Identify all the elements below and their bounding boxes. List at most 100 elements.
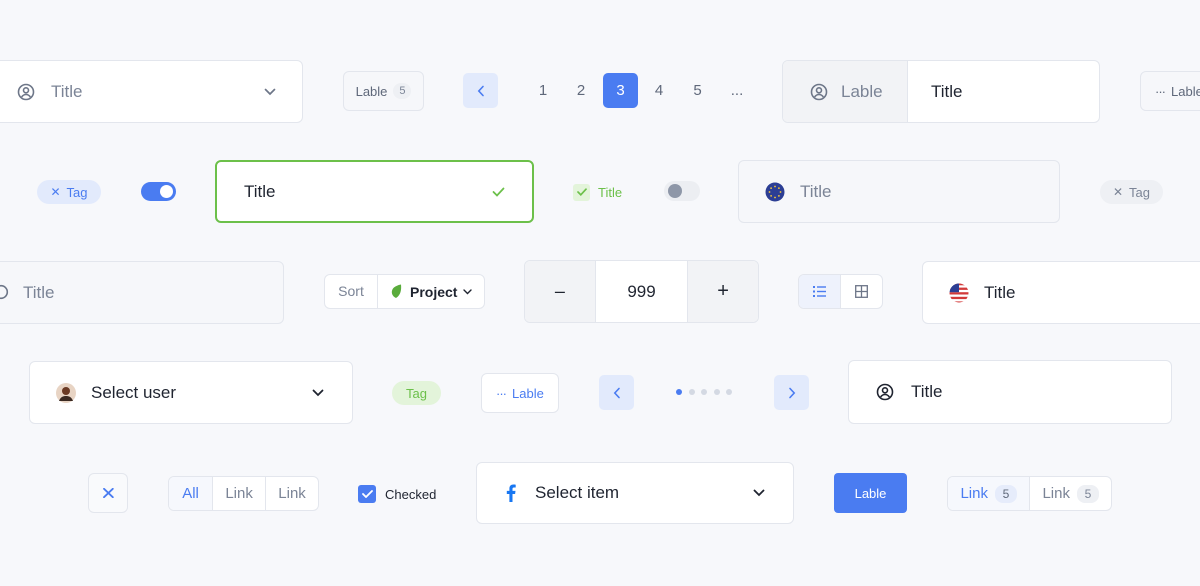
search-input-value: Title [23,282,55,302]
tab-link[interactable]: Link [266,477,318,510]
user-circle-icon [810,83,828,101]
tab-all[interactable]: All [169,477,214,510]
x-logo-icon [102,488,114,498]
toggle-on[interactable] [141,182,176,201]
tag-label: Tag [66,184,88,200]
grid-view-button[interactable] [841,275,882,308]
sort-select[interactable]: Sort Project [324,274,485,309]
count-badge: 5 [1077,484,1099,503]
carousel-dot[interactable] [701,389,707,395]
check-icon [492,187,505,197]
chevron-down-icon [264,88,276,96]
user-circle-icon [17,83,35,101]
number-stepper: – 999 + [524,260,759,323]
checked-label: Checked [385,486,437,502]
stepper-value[interactable]: 999 [594,261,689,322]
checked-checkbox[interactable]: Checked [358,485,436,503]
tag-gray[interactable]: ✕ Tag [1100,180,1163,204]
more-lable-blue-button[interactable]: ··· Lable [481,373,559,413]
green-checkbox[interactable]: Title [573,183,622,201]
eu-flag-input[interactable]: Title [738,160,1060,223]
split-left-addon: Lable [783,61,908,122]
leaf-icon [390,284,402,299]
facebook-icon [506,484,516,502]
page-5[interactable]: 5 [680,73,715,108]
carousel-dot[interactable] [713,389,720,395]
eu-input-value: Title [800,181,832,201]
close-icon[interactable]: ✕ [50,185,60,199]
tab-link[interactable]: Link [213,477,267,510]
view-toggle [798,274,883,309]
pagination: 1 2 3 4 5 ... [525,73,759,108]
user-circle-icon [876,383,894,401]
toggle-off[interactable] [664,181,700,201]
avatar [56,382,76,403]
us-input-value: Title [984,282,1016,302]
title-card-label: Title [911,382,943,401]
select-item[interactable]: Select item [476,462,794,524]
success-input[interactable]: Title [215,160,534,223]
page-ellipsis: ... [730,82,744,99]
more-horizontal-icon: ··· [496,385,507,401]
tag-blue[interactable]: ✕ Tag [37,180,101,204]
sort-value: Project [410,283,458,300]
check-icon [358,485,376,503]
carousel-prev-button[interactable] [599,375,634,410]
link-badge-tabs: Link 5 Link 5 [947,476,1112,511]
search-input[interactable]: Title [0,261,284,324]
select-user[interactable]: Select user [29,361,353,424]
more-lable-label: Lable [1171,83,1200,99]
carousel-next-button[interactable] [774,375,809,410]
carousel-dot[interactable] [726,389,732,395]
us-flag-icon [949,283,969,303]
us-flag-input[interactable]: Title [922,261,1200,324]
chevron-down-icon [312,389,324,397]
list-view-button[interactable] [799,275,841,308]
primary-lable-button[interactable]: Lable [834,473,907,513]
decrement-button[interactable]: – [525,261,595,322]
carousel-dot-active[interactable] [676,389,682,395]
select-item-label: Select item [535,483,620,502]
chevron-down-icon [753,489,765,497]
split-input[interactable]: Lable Title [782,60,1100,123]
pagination-prev-button[interactable] [463,73,498,108]
page-3-active[interactable]: 3 [603,73,638,108]
chevron-down-icon [463,288,473,295]
split-right-value: Title [931,81,963,101]
lable-label: Lable [355,83,388,99]
x-social-button[interactable] [88,473,128,513]
title-select[interactable]: Title [0,60,303,123]
split-left-label: Lable [841,81,883,101]
page-4[interactable]: 4 [638,73,680,108]
success-input-value: Title [244,181,276,201]
count-badge: 5 [995,484,1017,503]
page-2[interactable]: 2 [561,73,601,108]
tab-link[interactable]: Link 5 [1030,477,1111,510]
lable-badge-button[interactable]: Lable 5 [343,71,424,111]
more-lable-button[interactable]: ··· Lable [1140,71,1200,111]
tag-green[interactable]: Tag [392,381,441,405]
more-horizontal-icon: ··· [1155,83,1166,99]
tag-label: Tag [1129,184,1151,200]
carousel-dots [676,389,732,395]
page-1[interactable]: 1 [525,73,561,108]
tag-label: Tag [406,385,427,401]
check-icon [573,183,590,201]
link-tabs: All Link Link [168,476,319,511]
chevron-left-icon [477,85,485,97]
chevron-right-icon [788,387,796,399]
carousel-dot[interactable] [688,389,695,395]
count-badge: 5 [393,83,412,99]
checkbox-label: Title [598,184,623,200]
increment-button[interactable]: + [688,261,758,322]
select-title: Title [51,81,83,101]
title-card[interactable]: Title [848,360,1172,424]
tab-link-active[interactable]: Link 5 [948,477,1031,510]
toggle-knob [160,185,173,198]
tab-link-label: Link [960,485,988,502]
more-lable-label: Lable [512,385,544,401]
eu-flag-icon [765,182,785,202]
tab-link-label: Link [1042,485,1070,502]
close-icon[interactable]: ✕ [1113,185,1123,199]
sort-label: Sort [325,275,378,308]
